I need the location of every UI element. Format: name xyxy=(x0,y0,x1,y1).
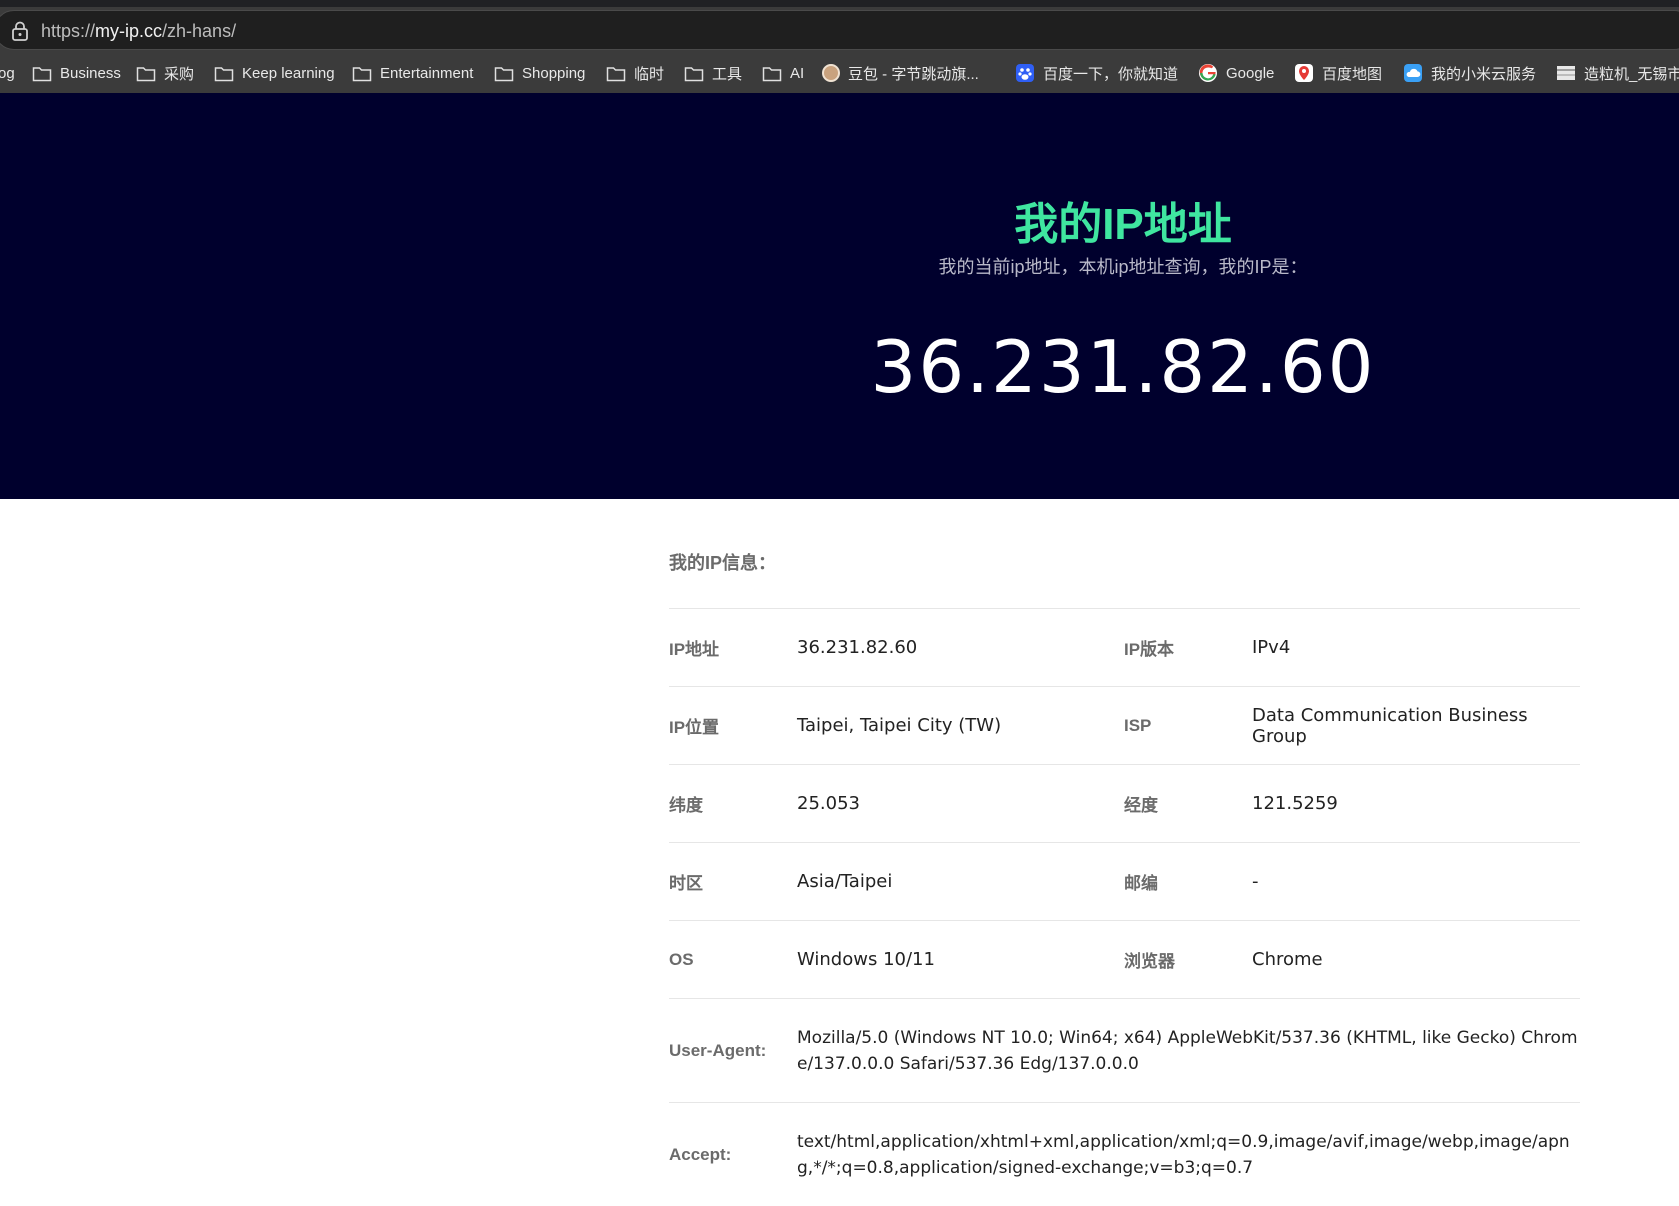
latitude-value: 25.053 xyxy=(797,793,860,814)
ip-address-display: 36.231.82.60 xyxy=(870,325,1376,409)
table-row: 时区 Asia/Taipei 邮编 - xyxy=(669,843,1580,921)
bookmark-doubao[interactable]: 豆包 - 字节跳动旗... xyxy=(822,60,979,86)
bookmark-baidu[interactable]: 百度一下，你就知道 xyxy=(1015,60,1178,86)
folder-icon xyxy=(32,66,52,81)
bookmark-xiaomi-cloud[interactable]: 我的小米云服务 xyxy=(1403,60,1536,86)
folder-icon xyxy=(494,66,514,81)
xiaomi-cloud-favicon xyxy=(1404,64,1422,82)
postcode-value: - xyxy=(1252,871,1259,892)
table-row: Accept: text/html,application/xhtml+xml,… xyxy=(669,1103,1580,1206)
bookmark-label: 采购 xyxy=(164,65,195,83)
bookmark-folder-keep-learning[interactable]: Keep learning xyxy=(214,60,335,86)
ip-location-value: Taipei, Taipei City (TW) xyxy=(797,715,1002,736)
page-subtitle: 我的当前ip地址，本机ip地址查询，我的IP是： xyxy=(938,257,1308,277)
bookmark-folder-shopping[interactable]: Shopping xyxy=(494,60,585,86)
table-row: User-Agent: Mozilla/5.0 (Windows NT 10.0… xyxy=(669,999,1580,1103)
ip-location-label: IP位置 xyxy=(669,718,720,737)
lock-icon[interactable] xyxy=(11,21,29,41)
doubao-favicon xyxy=(822,64,840,82)
baidu-favicon xyxy=(1016,64,1034,82)
ip-version-value: IPv4 xyxy=(1252,637,1291,658)
bookmark-label: 百度一下，你就知道 xyxy=(1043,65,1179,83)
bookmark-folder-ai[interactable]: AI xyxy=(762,60,804,86)
latitude-label: 纬度 xyxy=(669,796,703,815)
url-host: my-ip.cc xyxy=(95,21,163,41)
bookmark-label: Entertainment xyxy=(380,64,474,82)
isp-value: Data Communication Business Group xyxy=(1252,704,1528,747)
folder-icon xyxy=(606,66,626,81)
url-text[interactable]: https://my-ip.cc/zh-hans/ xyxy=(41,21,236,42)
bookmark-folder-entertainment[interactable]: Entertainment xyxy=(352,60,473,86)
folder-icon xyxy=(214,66,234,81)
bookmark-label: og xyxy=(0,64,15,82)
os-label: OS xyxy=(669,949,694,969)
bookmark-folder-tools[interactable]: 工具 xyxy=(684,60,742,86)
timezone-value: Asia/Taipei xyxy=(797,871,893,892)
folder-icon xyxy=(136,66,156,81)
table-row: IP地址 36.231.82.60 IP版本 IPv4 xyxy=(669,609,1580,687)
postcode-label: 邮编 xyxy=(1124,874,1158,893)
timezone-label: 时区 xyxy=(669,874,703,893)
folder-icon xyxy=(684,66,704,81)
bookmark-label: 造粒机_无锡市 xyxy=(1584,65,1679,83)
bookmark-label: AI xyxy=(790,64,805,82)
user-agent-label: User-Agent: xyxy=(669,1040,767,1060)
longitude-value: 121.5259 xyxy=(1252,793,1338,814)
bookmark-folder-temp[interactable]: 临时 xyxy=(606,60,664,86)
isp-label: ISP xyxy=(1124,715,1152,735)
browser-label: 浏览器 xyxy=(1124,952,1175,971)
table-row: IP位置 Taipei, Taipei City (TW) ISP Data C… xyxy=(669,687,1580,765)
page-title: 我的IP地址 xyxy=(1014,200,1232,249)
baidu-map-favicon xyxy=(1295,64,1313,82)
ip-version-label: IP版本 xyxy=(1124,640,1175,659)
browser-chrome: https://my-ip.cc/zh-hans/ og Business 采购… xyxy=(0,0,1679,93)
bookmark-folder-procurement[interactable]: 采购 xyxy=(136,60,194,86)
folder-icon xyxy=(352,66,372,81)
bookmark-label: 百度地图 xyxy=(1322,65,1383,83)
ip-address-label: IP地址 xyxy=(669,640,720,659)
hero-banner: 我的IP地址 我的当前ip地址，本机ip地址查询，我的IP是： 36.231.8… xyxy=(0,93,1679,499)
url-path: /zh-hans/ xyxy=(162,21,237,41)
accept-value: text/html,application/xhtml+xml,applicat… xyxy=(797,1131,1570,1178)
google-favicon xyxy=(1199,64,1217,82)
table-row: 纬度 25.053 经度 121.5259 xyxy=(669,765,1580,843)
ip-info-heading: 我的IP信息： xyxy=(669,530,1580,609)
os-value: Windows 10/11 xyxy=(797,949,935,970)
bookmark-granulator[interactable]: 造粒机_无锡市 xyxy=(1556,60,1679,86)
folder-icon xyxy=(762,66,782,81)
ip-info-section: 我的IP信息： IP地址 36.231.82.60 IP版本 IPv4 IP位置… xyxy=(669,530,1580,1206)
bookmark-label: Google xyxy=(1226,64,1275,82)
site-favicon xyxy=(1557,66,1575,80)
bookmark-label: Business xyxy=(60,64,121,82)
browser-value: Chrome xyxy=(1252,949,1323,970)
bookmark-label: Keep learning xyxy=(242,64,335,82)
bookmark-google[interactable]: Google xyxy=(1198,60,1274,86)
bookmark-og[interactable]: og xyxy=(0,60,15,86)
bookmarks-bar: og Business 采购 Keep learning Entertainme… xyxy=(0,56,1679,90)
table-row: OS Windows 10/11 浏览器 Chrome xyxy=(669,921,1580,999)
user-agent-value: Mozilla/5.0 (Windows NT 10.0; Win64; x64… xyxy=(797,1027,1578,1074)
url-scheme: https:// xyxy=(41,21,96,41)
bookmark-label: 工具 xyxy=(712,65,743,83)
bookmark-label: 豆包 - 字节跳动旗... xyxy=(848,65,979,83)
bookmark-folder-business[interactable]: Business xyxy=(32,60,121,86)
longitude-label: 经度 xyxy=(1124,796,1158,815)
bookmark-label: 我的小米云服务 xyxy=(1431,65,1537,83)
accept-label: Accept: xyxy=(669,1144,732,1164)
ip-address-value: 36.231.82.60 xyxy=(797,637,918,658)
bookmark-label: Shopping xyxy=(522,64,586,82)
bookmark-baidu-map[interactable]: 百度地图 xyxy=(1294,60,1382,86)
tab-strip-edge xyxy=(0,0,1679,7)
address-bar[interactable]: https://my-ip.cc/zh-hans/ xyxy=(0,10,1679,50)
bookmark-label: 临时 xyxy=(634,65,665,83)
